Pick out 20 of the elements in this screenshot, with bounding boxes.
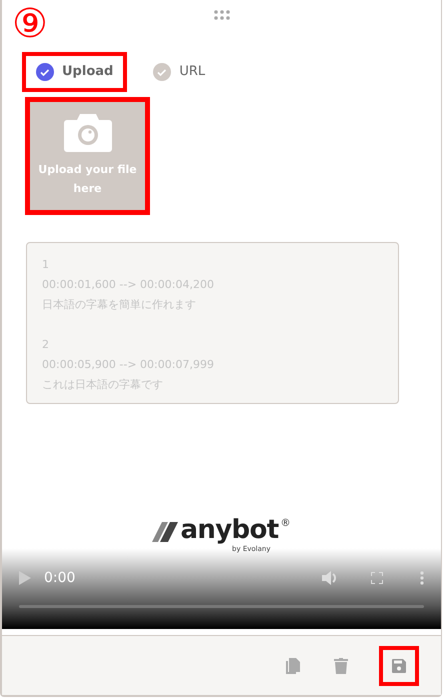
upload-hint: Upload your file here xyxy=(37,162,138,197)
logo-text: anybot xyxy=(180,514,278,546)
save-button[interactable] xyxy=(379,646,419,686)
radio-label: Upload xyxy=(62,63,114,82)
source-radio[interactable]: URL xyxy=(139,52,220,92)
more-icon[interactable] xyxy=(420,571,424,585)
registered-mark: ® xyxy=(280,517,290,531)
annotation-number: ⑨ xyxy=(12,4,48,44)
copy-icon xyxy=(286,658,300,674)
play-icon[interactable] xyxy=(19,571,31,585)
radio-label: URL xyxy=(179,63,206,82)
fullscreen-icon[interactable] xyxy=(371,572,383,584)
source-radio[interactable]: Upload xyxy=(22,52,128,92)
logo-mark-icon xyxy=(152,522,178,542)
video-time: 0:00 xyxy=(44,568,76,588)
camera-icon xyxy=(64,114,112,152)
drag-handle-icon[interactable] xyxy=(214,10,230,20)
trash-icon xyxy=(334,658,348,674)
volume-icon[interactable] xyxy=(322,571,338,585)
save-icon xyxy=(392,658,406,672)
